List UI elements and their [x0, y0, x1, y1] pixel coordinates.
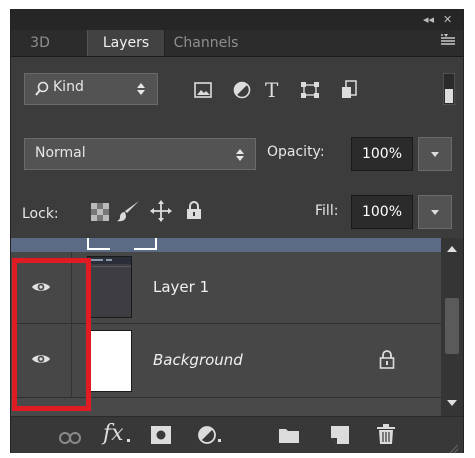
- spinner-arrows-icon: [236, 149, 244, 165]
- folder-icon[interactable]: [279, 427, 299, 447]
- blend-mode-select[interactable]: Normal: [24, 138, 256, 170]
- layer-thumbnail-corners: [87, 238, 157, 250]
- lock-all-icon[interactable]: [186, 200, 202, 224]
- lock-transparent-icon[interactable]: [91, 203, 109, 225]
- resize-grip[interactable]: [449, 439, 459, 458]
- layer-name: Layer 1: [153, 278, 210, 296]
- adjustment-icon[interactable]: [197, 425, 217, 449]
- tab-channels[interactable]: Channels: [163, 30, 249, 56]
- pixel-filter-icon[interactable]: [194, 82, 212, 102]
- fill-label: Fill:: [315, 203, 339, 219]
- search-icon: [35, 81, 49, 101]
- fill-dropdown-button[interactable]: [418, 195, 452, 229]
- panel-title-bar: ◂◂ ✕: [11, 10, 463, 30]
- lock-move-icon[interactable]: [150, 200, 172, 226]
- fx-icon[interactable]: fx: [103, 421, 124, 446]
- panel-tabs: 3D Layers Channels: [11, 30, 463, 57]
- new-layer-icon[interactable]: [331, 426, 349, 448]
- layer-thumbnail: [87, 330, 132, 392]
- layer-name: Background: [153, 351, 243, 369]
- adjustment-menu-dot: [218, 439, 221, 442]
- collapse-icon[interactable]: ◂◂: [423, 13, 434, 27]
- scroll-down-icon[interactable]: [447, 400, 457, 406]
- opacity-input[interactable]: 100%: [351, 137, 413, 171]
- link-icon[interactable]: [59, 429, 81, 448]
- fill-input[interactable]: 100%: [351, 195, 413, 229]
- filter-kind-label: Kind: [53, 79, 84, 95]
- tab-layers[interactable]: Layers: [87, 30, 165, 56]
- opacity-dropdown-button[interactable]: [418, 137, 452, 171]
- filter-toggle-switch[interactable]: [442, 72, 456, 109]
- layer-thumbnail: [87, 256, 132, 318]
- lock-label: Lock:: [22, 206, 59, 222]
- trash-icon[interactable]: [377, 424, 395, 448]
- layers-scrollbar[interactable]: [441, 238, 463, 416]
- layers-bottom-toolbar: fx: [11, 416, 463, 454]
- close-icon[interactable]: ✕: [443, 13, 452, 27]
- filter-kind-select[interactable]: Kind: [24, 73, 158, 105]
- mask-icon[interactable]: [151, 426, 171, 448]
- spinner-arrows-icon: [137, 83, 145, 99]
- selected-layer-row-partial[interactable]: [11, 238, 441, 252]
- panel-menu-icon[interactable]: [441, 34, 455, 50]
- blend-mode-value: Normal: [35, 145, 86, 161]
- smart-object-filter-icon[interactable]: [341, 80, 357, 104]
- scrollbar-thumb[interactable]: [445, 298, 459, 354]
- visibility-highlight-box: [12, 258, 91, 411]
- type-filter-icon[interactable]: T: [265, 78, 278, 102]
- shape-filter-icon[interactable]: [301, 82, 319, 102]
- scroll-up-icon[interactable]: [447, 246, 457, 252]
- opacity-label: Opacity:: [267, 144, 325, 160]
- lock-brush-icon[interactable]: [117, 199, 141, 227]
- tab-3d[interactable]: 3D: [21, 30, 59, 56]
- fx-menu-dot: [127, 439, 130, 442]
- lock-icon: [379, 349, 395, 373]
- adjustment-filter-icon[interactable]: [233, 81, 251, 103]
